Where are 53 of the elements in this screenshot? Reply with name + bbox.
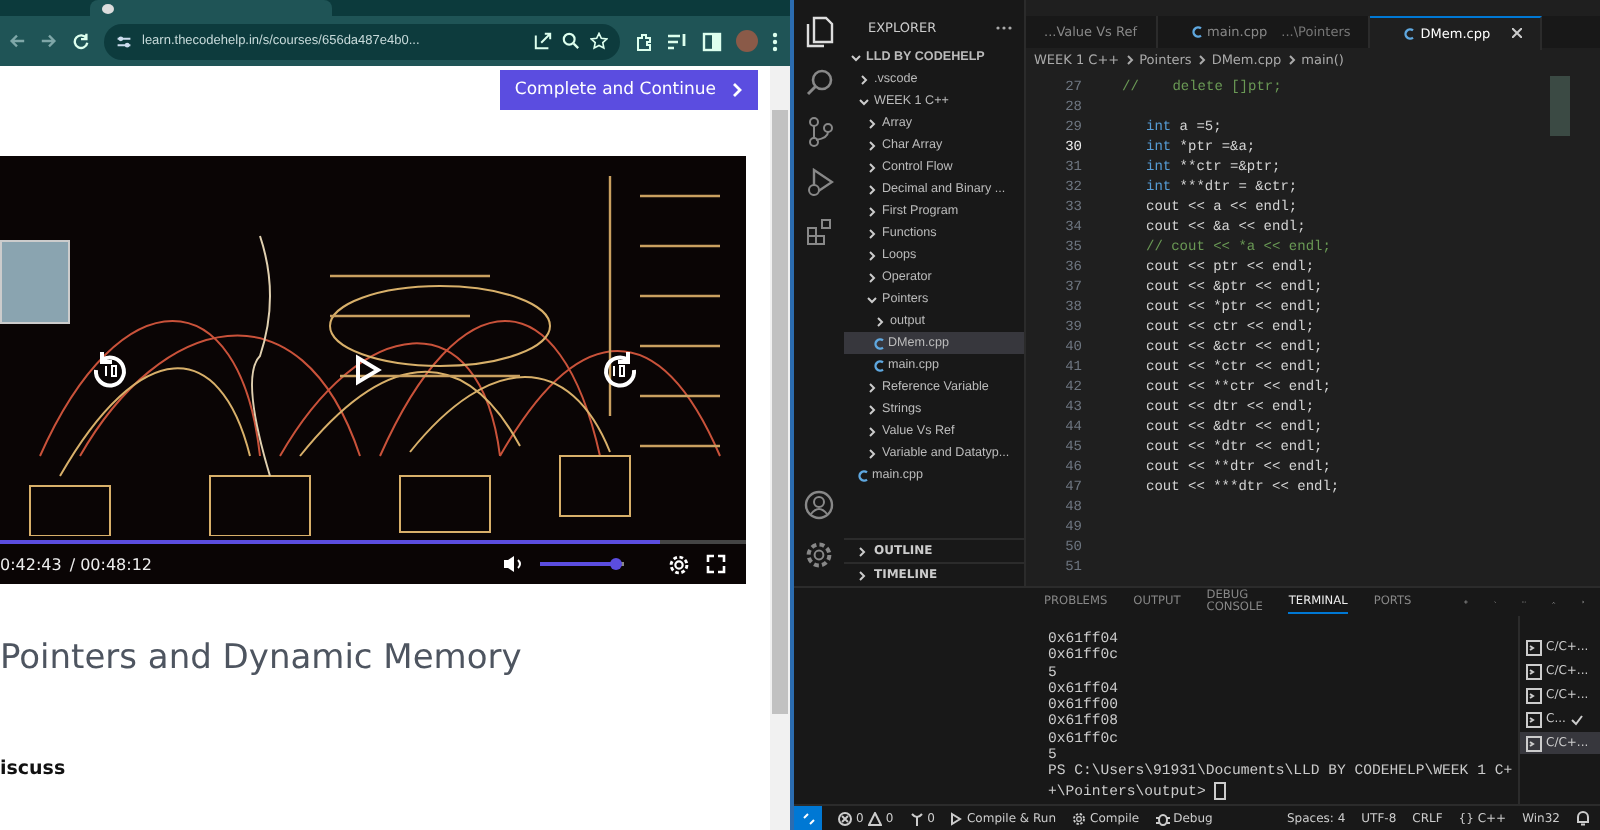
account-icon[interactable] [804,490,834,520]
section-heading: iscuss [0,758,68,780]
search-icon[interactable] [805,68,833,96]
reload-icon[interactable] [72,32,90,50]
browser-tab[interactable] [90,0,332,16]
duration: / 00:48:12 [69,555,153,573]
error-icon [838,811,852,825]
lesson-title: Pointers and Dynamic Memory [0,638,524,678]
media-control-icon[interactable] [668,32,688,50]
extensions-icon[interactable] [805,218,833,246]
video-player[interactable]: 0:42:43 / 00:48:12 [0,156,746,584]
chevron-icon [1197,54,1206,66]
terminal-icon [1526,687,1542,703]
current-time: 0:42:43 [0,555,62,573]
fullscreen-icon[interactable] [706,554,726,574]
close-icon [1512,28,1523,38]
puzzle-icon[interactable] [634,31,654,51]
terminal-icon [1526,735,1542,751]
cpp-file-icon [1404,27,1415,39]
chevron-icon [732,82,744,98]
chevron-icon [1287,54,1296,66]
sidebar-icon[interactable] [702,31,722,51]
rewind-icon[interactable] [90,350,130,390]
remote-button[interactable] [794,806,822,830]
source-control-icon[interactable] [805,116,833,148]
run-icon [950,811,963,825]
antenna-icon [909,811,924,825]
star-icon[interactable] [590,32,608,50]
zoom-icon[interactable] [562,32,580,50]
terminal-icon [1526,711,1542,727]
cpp-file-icon [858,469,868,481]
play-icon[interactable] [354,354,382,386]
check-icon [1569,713,1584,725]
warning-icon [867,811,882,825]
open-in-app-icon[interactable] [534,32,552,50]
site-settings-icon [116,33,132,49]
cpp-file-icon [1191,26,1202,38]
forward-icon[interactable] [600,350,640,390]
bell-icon[interactable] [1576,810,1590,826]
files-icon[interactable] [805,16,833,48]
terminal-icon [1526,639,1542,655]
terminal-icon [1526,663,1542,679]
back-icon[interactable] [8,32,26,50]
menu-icon[interactable] [772,31,778,51]
complete-and-continue-button[interactable]: Complete and Continue [500,70,758,110]
remote-icon [801,811,815,825]
run-debug-icon[interactable] [805,168,833,198]
gear-icon [1072,811,1087,825]
webcam-photo-placeholder [0,240,70,324]
bug-icon [1155,811,1170,825]
scrollbar[interactable] [770,66,790,830]
volume-icon[interactable] [502,554,524,574]
chevron-icon [1125,54,1134,66]
